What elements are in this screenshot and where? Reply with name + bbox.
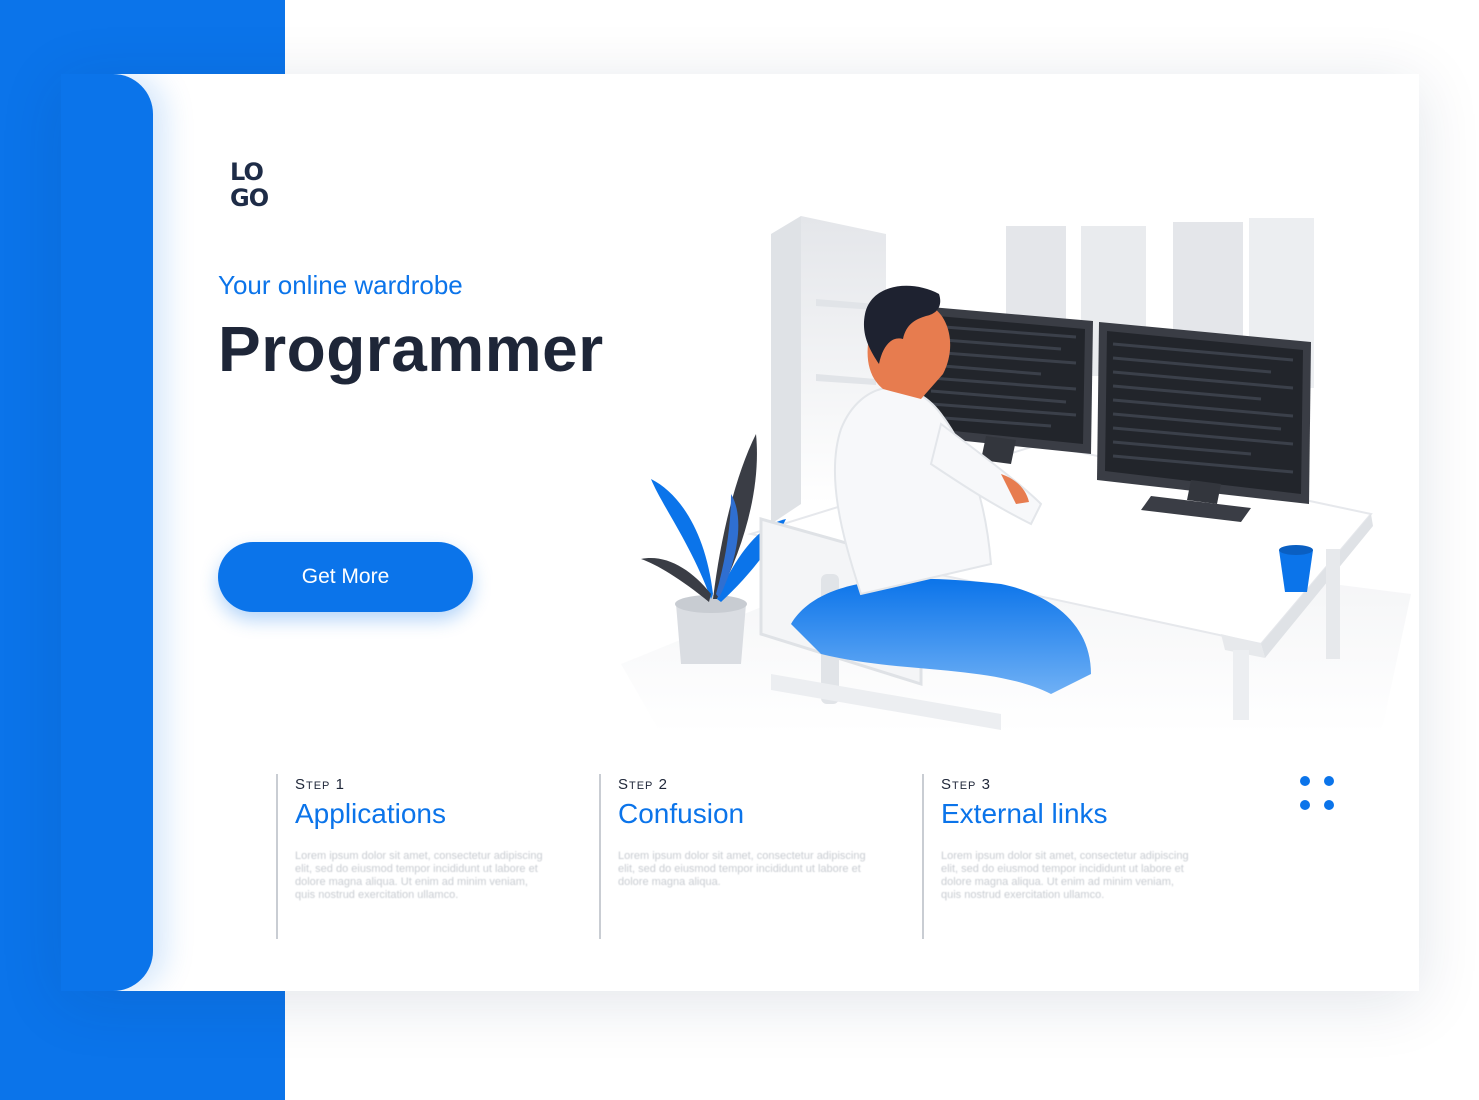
step-2-title[interactable]: Confusion [618,798,744,830]
logo-text-bottom: GO [230,184,269,212]
step-1-text: Lorem ipsum dolor sit amet, consectetur … [295,850,543,901]
logo[interactable]: LO GO [228,158,284,214]
dot [1324,776,1334,786]
logo-text-top: LO [230,158,264,186]
step-1-title[interactable]: Applications [295,798,446,830]
card-side-panel [61,74,153,991]
step-2-label: Step 2 [618,776,668,793]
dot [1324,800,1334,810]
four-dots-icon[interactable] [1298,774,1338,814]
step-1-label: Step 1 [295,776,345,793]
get-more-button[interactable]: Get More [218,542,473,612]
hero-subtitle: Your online wardrobe [218,270,463,300]
step-2-text: Lorem ipsum dolor sit amet, consectetur … [618,850,866,888]
hero-title: Programmer [218,313,604,385]
dot [1300,776,1310,786]
landing-card: LO GO Your online wardrobe Programmer Ge… [61,74,1419,991]
step-1-card[interactable]: Step 1 Applications Lorem ipsum dolor si… [276,774,578,939]
step-3-title[interactable]: External links [941,798,1108,830]
step-2-card[interactable]: Step 2 Confusion Lorem ipsum dolor sit a… [599,774,901,939]
dot [1300,800,1310,810]
step-3-text: Lorem ipsum dolor sit amet, consectetur … [941,850,1189,901]
step-3-label: Step 3 [941,776,991,793]
programmer-illustration [621,216,1411,734]
step-3-card[interactable]: Step 3 External links Lorem ipsum dolor … [922,774,1224,939]
